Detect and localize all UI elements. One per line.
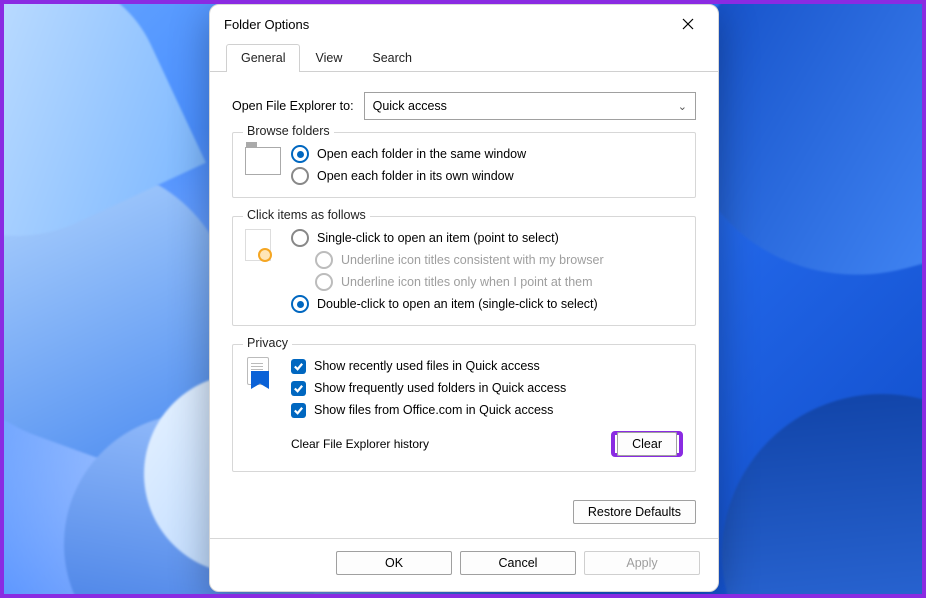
radio-underline-browser xyxy=(315,251,333,269)
titlebar: Folder Options xyxy=(210,5,718,43)
tabs: General View Search xyxy=(210,43,718,72)
folder-options-dialog: Folder Options General View Search Open … xyxy=(209,4,719,592)
tab-view[interactable]: View xyxy=(300,44,357,72)
cancel-button[interactable]: Cancel xyxy=(460,551,576,575)
checkbox-office-files-label: Show files from Office.com in Quick acce… xyxy=(314,399,553,421)
clear-button-highlight: Clear xyxy=(611,431,683,457)
click-items-legend: Click items as follows xyxy=(243,208,370,222)
clear-button[interactable]: Clear xyxy=(617,432,677,456)
radio-own-window-label: Open each folder in its own window xyxy=(317,165,514,187)
radio-underline-hover xyxy=(315,273,333,291)
radio-underline-browser-label: Underline icon titles consistent with my… xyxy=(341,249,604,271)
browse-folders-group: Browse folders Open each folder in the s… xyxy=(232,132,696,198)
radio-same-window-label: Open each folder in the same window xyxy=(317,143,526,165)
desktop-wallpaper: Folder Options General View Search Open … xyxy=(0,0,926,598)
apply-button: Apply xyxy=(584,551,700,575)
close-icon xyxy=(682,18,694,30)
ok-button[interactable]: OK xyxy=(336,551,452,575)
radio-underline-hover-label: Underline icon titles only when I point … xyxy=(341,271,593,293)
checkbox-recent-files[interactable] xyxy=(291,359,306,374)
dialog-footer: OK Cancel Apply xyxy=(210,538,718,591)
click-items-group: Click items as follows Single-click to o… xyxy=(232,216,696,326)
close-button[interactable] xyxy=(668,9,708,39)
file-click-icon xyxy=(245,229,281,265)
checkbox-freq-folders[interactable] xyxy=(291,381,306,396)
dialog-title: Folder Options xyxy=(224,17,668,32)
radio-own-window[interactable] xyxy=(291,167,309,185)
radio-single-click[interactable] xyxy=(291,229,309,247)
radio-double-click[interactable] xyxy=(291,295,309,313)
checkbox-freq-folders-label: Show frequently used folders in Quick ac… xyxy=(314,377,566,399)
privacy-group: Privacy Show recently used files in Quic… xyxy=(232,344,696,472)
chevron-down-icon: ⌄ xyxy=(678,100,687,113)
open-file-explorer-value: Quick access xyxy=(373,99,447,113)
checkbox-office-files[interactable] xyxy=(291,403,306,418)
tab-search[interactable]: Search xyxy=(357,44,427,72)
folder-window-icon xyxy=(245,145,281,181)
tab-general[interactable]: General xyxy=(226,44,300,72)
open-file-explorer-label: Open File Explorer to: xyxy=(232,99,354,113)
open-file-explorer-select[interactable]: Quick access ⌄ xyxy=(364,92,696,120)
radio-single-click-label: Single-click to open an item (point to s… xyxy=(317,227,559,249)
restore-defaults-button[interactable]: Restore Defaults xyxy=(573,500,696,524)
history-bookmark-icon xyxy=(245,357,281,393)
radio-double-click-label: Double-click to open an item (single-cli… xyxy=(317,293,598,315)
radio-same-window[interactable] xyxy=(291,145,309,163)
clear-history-label: Clear File Explorer history xyxy=(291,437,429,451)
browse-folders-legend: Browse folders xyxy=(243,124,334,138)
checkbox-recent-files-label: Show recently used files in Quick access xyxy=(314,355,540,377)
privacy-legend: Privacy xyxy=(243,336,292,350)
